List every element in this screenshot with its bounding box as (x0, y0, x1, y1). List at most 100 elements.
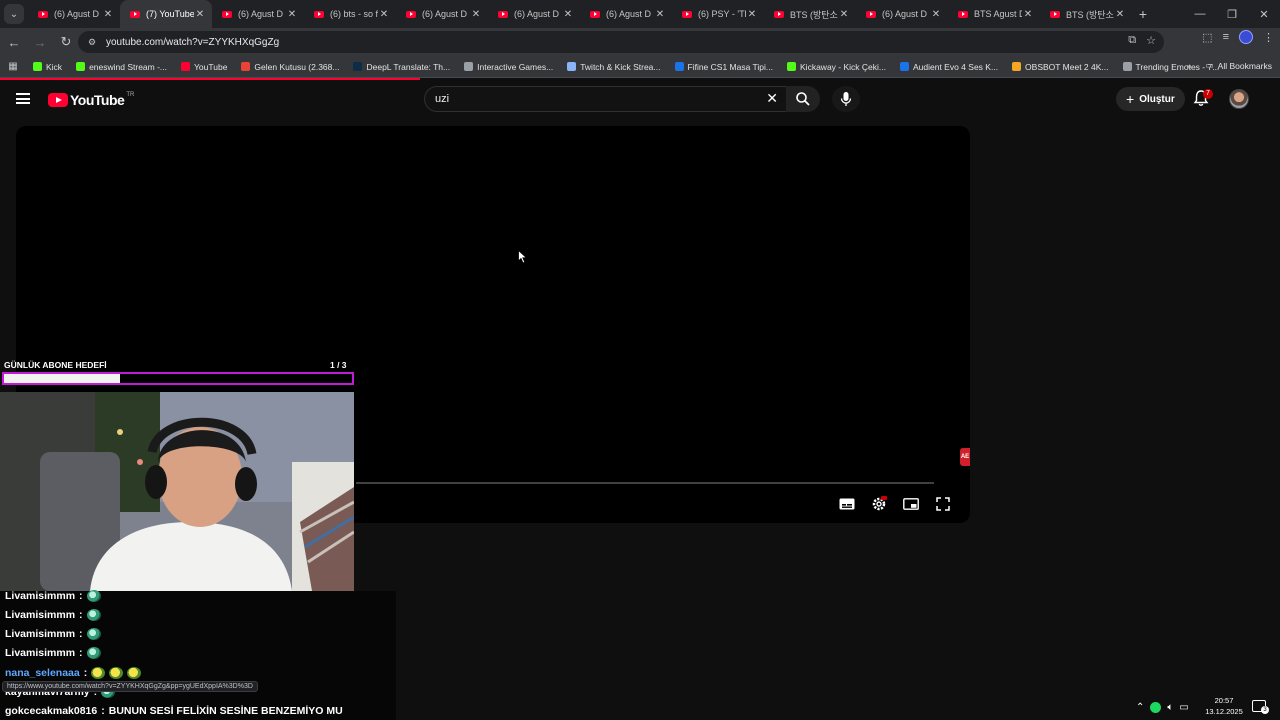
browser-tab[interactable]: (6) bts - so f ✕ (304, 0, 396, 28)
install-app-icon[interactable]: ⧉ (1128, 34, 1136, 47)
bookmark-item[interactable]: DeepL Translate: Th... (346, 62, 457, 72)
close-tab-icon[interactable]: ✕ (1022, 9, 1034, 20)
spotify-icon[interactable] (1150, 701, 1162, 713)
bookmark-item[interactable]: Twitch & Kick Strea... (560, 62, 667, 72)
youtube-logo[interactable]: YouTube TR (48, 92, 134, 108)
profile-icon[interactable] (1239, 30, 1253, 44)
bookmark-item[interactable]: Kick (26, 62, 69, 72)
media-control-icon[interactable]: ≡ (1223, 31, 1229, 43)
close-tab-icon[interactable]: ✕ (286, 9, 298, 20)
video-progress-bar[interactable] (356, 482, 934, 484)
browser-tab[interactable]: BTS Agust D ✕ (948, 0, 1040, 28)
close-tab-icon[interactable]: ✕ (1114, 9, 1126, 20)
browser-tab[interactable]: (6) PSY - 'Th ✕ (672, 0, 764, 28)
bookmark-item[interactable]: Audient Evo 4 Ses K... (893, 62, 1005, 72)
bookmark-item[interactable]: YouTube (174, 62, 234, 72)
close-tab-icon[interactable]: ✕ (470, 9, 482, 20)
chat-username[interactable]: Livamisimmm (5, 609, 75, 621)
chat-username[interactable]: Livamisimmm (5, 628, 75, 640)
close-window-icon[interactable]: ✕ (1248, 0, 1280, 28)
browser-tab[interactable]: (6) Agust D ✕ (212, 0, 304, 28)
close-tab-icon[interactable]: ✕ (378, 9, 390, 20)
chat-text: BUNUN SESİ FELİXİN SESİNE BENZEMİYO MU (108, 705, 343, 717)
folder-icon: ▭ (1205, 60, 1214, 70)
bookmark-item[interactable]: Gelen Kutusu (2.368... (234, 62, 346, 72)
bookmark-label: eneswind Stream -... (89, 61, 168, 72)
subscriber-goal-fill (4, 374, 120, 383)
youtube-favicon-icon (774, 10, 784, 18)
voice-search-button[interactable] (832, 86, 860, 112)
webcam-feed (0, 392, 354, 591)
youtube-favicon-icon (958, 10, 968, 18)
site-info-icon[interactable]: ⚙ (88, 37, 100, 48)
browser-tab[interactable]: (6) Agust D ✕ (396, 0, 488, 28)
tab-title: BTS Agust D (974, 9, 1022, 19)
chat-username[interactable]: Livamisimmm (5, 647, 75, 659)
subscriber-goal-bar (2, 372, 354, 385)
bookmark-item[interactable]: Interactive Games... (457, 62, 560, 72)
youtube-favicon-icon (222, 10, 232, 18)
restore-icon[interactable]: ❐ (1216, 0, 1248, 28)
close-tab-icon[interactable]: ✕ (194, 9, 206, 20)
bookmark-item[interactable]: OBSBOT Meet 2 4K... (1005, 62, 1115, 72)
chat-message: nana_selenaaa: (5, 667, 142, 679)
browser-tab[interactable]: BTS (방탄소 ✕ (764, 0, 856, 28)
search-button[interactable] (786, 86, 820, 112)
bookmark-item[interactable]: Kickaway - Kick Çeki... (780, 62, 893, 72)
browser-tab[interactable]: (6) Agust D ✕ (28, 0, 120, 28)
browser-tab[interactable]: BTS (방탄소 ✕ (1040, 0, 1132, 28)
menu-icon[interactable]: ⋮ (1263, 31, 1274, 44)
volume-icon[interactable]: 🔈︎ (1167, 702, 1173, 713)
search-input[interactable]: uzi ✕ (424, 86, 786, 112)
close-tab-icon[interactable]: ✕ (930, 9, 942, 20)
browser-tab[interactable]: (6) Agust D ✕ (580, 0, 672, 28)
address-bar[interactable]: ⚙ youtube.com/watch?v=ZYYKHXqGgZg ⧉ ☆ (78, 31, 1164, 53)
bookmark-item[interactable]: Fifine CS1 Masa Tipi... (668, 62, 781, 72)
network-icon[interactable]: ▭ (1179, 702, 1188, 713)
close-tab-icon[interactable]: ✕ (102, 9, 114, 20)
youtube-favicon-icon (682, 10, 692, 18)
pepe-emote-icon (91, 667, 106, 679)
bookmark-label: OBSBOT Meet 2 4K... (1025, 61, 1109, 72)
miniplayer-icon[interactable] (902, 496, 920, 512)
bookmark-star-icon[interactable]: ☆ (1146, 34, 1156, 47)
browser-tab[interactable]: (6) Agust D ✕ (488, 0, 580, 28)
chat-username[interactable]: Livamisimmm (5, 590, 75, 602)
clear-search-icon[interactable]: ✕ (766, 90, 778, 107)
subtitles-icon[interactable] (838, 496, 856, 512)
account-avatar[interactable] (1229, 89, 1249, 109)
chat-separator: : (79, 609, 83, 621)
minimize-icon[interactable]: — (1184, 0, 1216, 28)
reload-icon[interactable]: ↻ (54, 30, 78, 54)
chat-username[interactable]: gokcecakmak0816 (5, 705, 97, 717)
settings-gear-icon[interactable] (870, 496, 888, 512)
back-icon[interactable]: ← (2, 30, 26, 54)
close-tab-icon[interactable]: ✕ (654, 9, 666, 20)
new-tab-button[interactable]: + (1132, 6, 1154, 22)
bookmark-item[interactable]: eneswind Stream -... (69, 62, 174, 72)
hamburger-menu-icon[interactable] (16, 93, 30, 104)
tab-search-icon[interactable]: ⌄ (4, 4, 24, 24)
earth-emote-icon (86, 628, 101, 640)
close-tab-icon[interactable]: ✕ (838, 9, 850, 20)
chat-username[interactable]: nana_selenaaa (5, 667, 80, 679)
extensions-icon[interactable]: ⬚ (1202, 31, 1212, 44)
browser-tab[interactable]: (7) YouTube ✕ (120, 0, 212, 28)
browser-tab[interactable]: (6) Agust D ✕ (856, 0, 948, 28)
tab-title: (6) bts - so f (330, 9, 378, 19)
tray-overflow-icon[interactable]: ⌃ (1136, 702, 1144, 713)
fullscreen-icon[interactable] (934, 496, 952, 512)
close-tab-icon[interactable]: ✕ (562, 9, 574, 20)
clock[interactable]: 20:57 13.12.2025 (1200, 695, 1248, 717)
bookmark-favicon-icon (674, 62, 684, 71)
create-button[interactable]: + Oluştur (1116, 87, 1185, 111)
more-bookmarks-icon[interactable]: » (1187, 61, 1192, 71)
bookmark-favicon-icon (1122, 62, 1132, 71)
tab-title: (6) Agust D (606, 9, 652, 19)
close-tab-icon[interactable]: ✕ (746, 9, 758, 20)
chat-separator: : (79, 628, 83, 640)
youtube-favicon-icon (866, 10, 876, 18)
all-bookmarks-button[interactable]: ▭ All Bookmarks (1206, 60, 1272, 71)
apps-grid-icon[interactable]: ▦ (0, 61, 26, 72)
forward-icon[interactable]: → (28, 30, 52, 54)
